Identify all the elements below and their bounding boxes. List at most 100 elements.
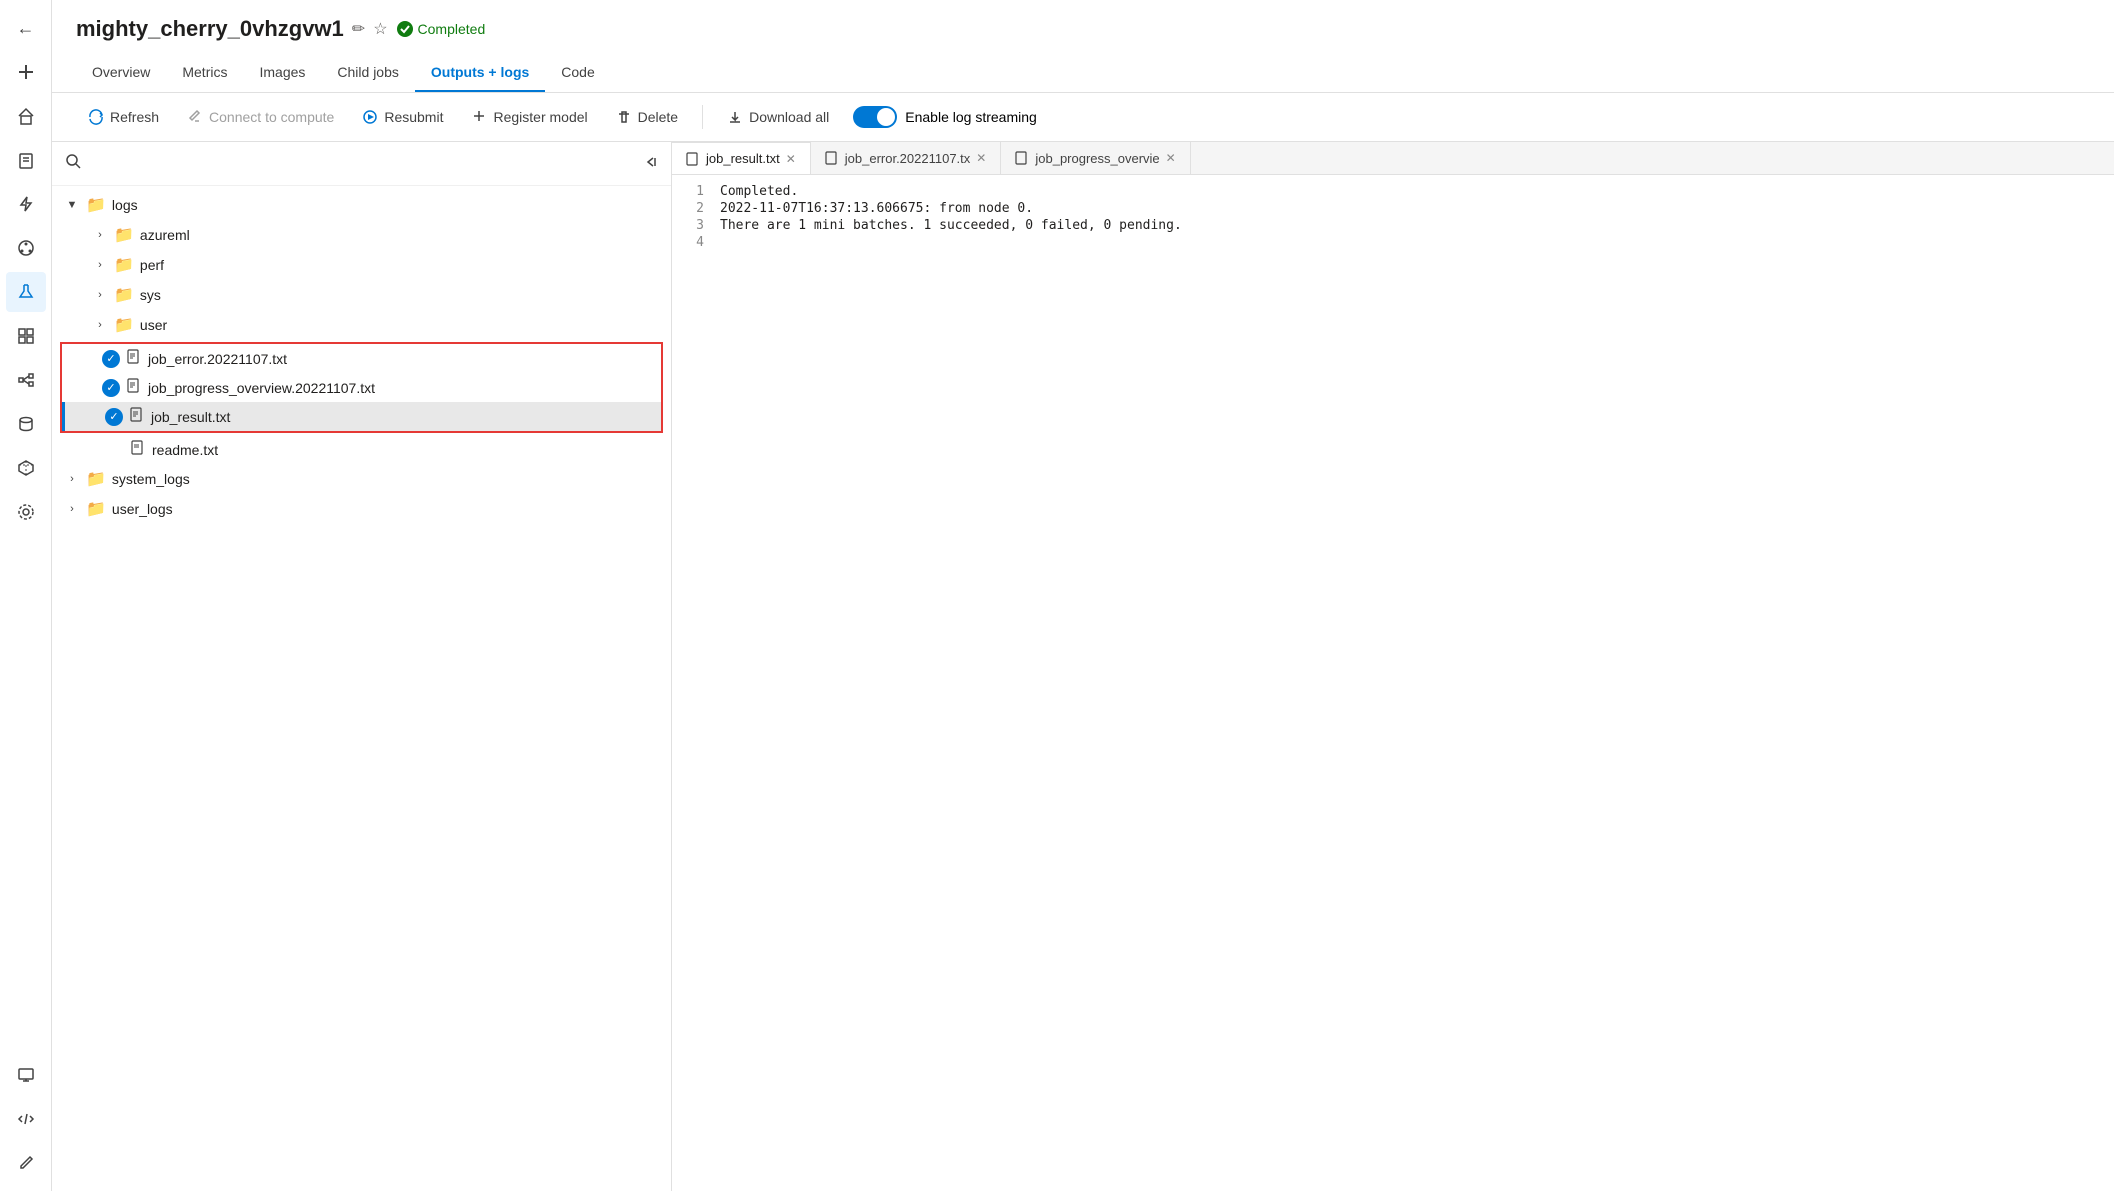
page-title: mighty_cherry_0vhzgvw1 xyxy=(76,16,344,42)
file-icon xyxy=(825,151,839,165)
status-text: Completed xyxy=(418,21,486,37)
tree-item-user-logs[interactable]: › 📁 user_logs xyxy=(52,494,671,524)
sidebar-connect[interactable] xyxy=(6,492,46,532)
chevron-down-icon: ▼ xyxy=(64,197,80,213)
log-streaming-toggle[interactable] xyxy=(853,106,897,128)
download-all-button[interactable]: Download all xyxy=(715,103,841,131)
completed-icon xyxy=(396,20,414,38)
line-content: There are 1 mini batches. 1 succeeded, 0… xyxy=(720,218,1182,233)
file-label: job_progress_overview.20221107.txt xyxy=(148,380,375,396)
refresh-button[interactable]: Refresh xyxy=(76,103,171,131)
sidebar-cube[interactable] xyxy=(6,448,46,488)
tree-item-perf[interactable]: › 📁 perf xyxy=(52,250,671,280)
tab-overview[interactable]: Overview xyxy=(76,54,166,92)
sidebar-add[interactable] xyxy=(6,52,46,92)
selected-file-job-progress[interactable]: ✓ job_progress_overview.20221107.txt xyxy=(62,373,661,402)
code-line-3: 3 There are 1 mini batches. 1 succeeded,… xyxy=(672,217,2114,234)
tree-label: perf xyxy=(140,257,164,273)
download-all-label: Download all xyxy=(749,109,829,125)
folder-icon: 📁 xyxy=(86,499,106,519)
selected-file-job-error[interactable]: ✓ job_error.20221107.txt xyxy=(62,344,661,373)
tree-label: logs xyxy=(112,197,138,213)
check-icon: ✓ xyxy=(105,408,123,426)
folder-icon: 📁 xyxy=(86,195,106,215)
file-tree: ▼ 📁 logs › 📁 azureml › 📁 perf xyxy=(52,186,671,1191)
resubmit-label: Resubmit xyxy=(384,109,443,125)
status-badge: Completed xyxy=(396,20,486,38)
editor-tab-job-result[interactable]: job_result.txt ✕ xyxy=(672,142,811,174)
tab-close-icon[interactable]: ✕ xyxy=(976,151,986,165)
editor-tab-label: job_progress_overvie xyxy=(1035,151,1159,166)
sidebar-computer[interactable] xyxy=(6,1055,46,1095)
folder-icon: 📁 xyxy=(114,225,134,245)
toolbar-separator xyxy=(702,105,703,129)
tree-item-user[interactable]: › 📁 user xyxy=(52,310,671,340)
line-number: 2 xyxy=(672,201,720,216)
log-streaming-label: Enable log streaming xyxy=(905,109,1037,125)
editor-tab-job-progress[interactable]: job_progress_overvie ✕ xyxy=(1001,142,1190,174)
file-search-bar xyxy=(52,142,671,186)
tree-item-readme[interactable]: readme.txt xyxy=(52,435,671,464)
tree-label: user_logs xyxy=(112,501,173,517)
folder-icon: 📁 xyxy=(86,469,106,489)
folder-icon: 📁 xyxy=(114,255,134,275)
sidebar-database[interactable] xyxy=(6,404,46,444)
tab-code[interactable]: Code xyxy=(545,54,610,92)
delete-icon xyxy=(616,109,632,125)
file-icon xyxy=(130,440,146,459)
tree-item-sys[interactable]: › 📁 sys xyxy=(52,280,671,310)
tab-metrics[interactable]: Metrics xyxy=(166,54,243,92)
sidebar-grid[interactable] xyxy=(6,316,46,356)
title-row: mighty_cherry_0vhzgvw1 ✏ ☆ Completed xyxy=(76,16,2090,42)
chevron-right-icon: › xyxy=(92,317,108,333)
connect-button[interactable]: Connect to compute xyxy=(175,103,346,131)
check-icon: ✓ xyxy=(102,350,120,368)
sidebar-edit[interactable] xyxy=(6,1143,46,1183)
sidebar-home[interactable] xyxy=(6,96,46,136)
folder-icon: 📁 xyxy=(114,285,134,305)
sidebar-back[interactable]: ← xyxy=(6,8,46,48)
file-icon xyxy=(126,349,142,368)
editor-tab-label: job_error.20221107.tx xyxy=(845,151,971,166)
resubmit-icon xyxy=(362,109,378,125)
tree-label: sys xyxy=(140,287,161,303)
line-number: 4 xyxy=(672,235,720,250)
collapse-panel-icon[interactable] xyxy=(641,153,659,174)
sidebar-network[interactable] xyxy=(6,228,46,268)
search-icon[interactable] xyxy=(64,152,82,175)
editor-tabs: job_result.txt ✕ job_error.20221107.tx ✕… xyxy=(672,142,2114,175)
tab-outputs-logs[interactable]: Outputs + logs xyxy=(415,54,545,92)
tab-images[interactable]: Images xyxy=(243,54,321,92)
connect-label: Connect to compute xyxy=(209,109,334,125)
line-content: 2022-11-07T16:37:13.606675: from node 0. xyxy=(720,201,1033,216)
sidebar-code[interactable] xyxy=(6,1099,46,1139)
connect-icon xyxy=(187,109,203,125)
register-model-button[interactable]: Register model xyxy=(459,103,599,131)
header: mighty_cherry_0vhzgvw1 ✏ ☆ Completed Ove… xyxy=(52,0,2114,93)
delete-button[interactable]: Delete xyxy=(604,103,690,131)
sidebar-nodes[interactable] xyxy=(6,360,46,400)
chevron-right-icon: › xyxy=(92,227,108,243)
file-icon xyxy=(129,407,145,426)
tree-item-system-logs[interactable]: › 📁 system_logs xyxy=(52,464,671,494)
edit-title-icon[interactable]: ✏ xyxy=(352,19,365,39)
selected-file-job-result[interactable]: ✓ job_result.txt xyxy=(62,402,661,431)
resubmit-button[interactable]: Resubmit xyxy=(350,103,455,131)
favorite-icon[interactable]: ☆ xyxy=(373,19,387,39)
tree-item-logs[interactable]: ▼ 📁 logs xyxy=(52,190,671,220)
sidebar-flask[interactable] xyxy=(6,272,46,312)
chevron-right-icon: › xyxy=(64,471,80,487)
sidebar-lightning[interactable] xyxy=(6,184,46,224)
register-model-label: Register model xyxy=(493,109,587,125)
tab-close-icon[interactable]: ✕ xyxy=(786,152,796,166)
tabs: Overview Metrics Images Child jobs Outpu… xyxy=(76,54,2090,92)
tree-item-azureml[interactable]: › 📁 azureml xyxy=(52,220,671,250)
tab-child-jobs[interactable]: Child jobs xyxy=(321,54,414,92)
file-icon xyxy=(126,378,142,397)
file-icon xyxy=(686,152,700,166)
sidebar-clipboard[interactable] xyxy=(6,140,46,180)
tab-close-icon[interactable]: ✕ xyxy=(1166,151,1176,165)
editor-tab-job-error[interactable]: job_error.20221107.tx ✕ xyxy=(811,142,1002,174)
editor-content: 1 Completed. 2 2022-11-07T16:37:13.60667… xyxy=(672,175,2114,1191)
line-number: 1 xyxy=(672,184,720,199)
